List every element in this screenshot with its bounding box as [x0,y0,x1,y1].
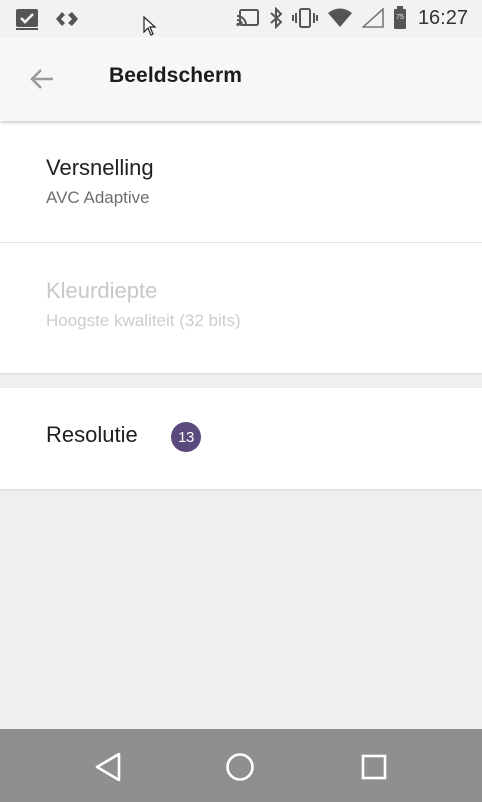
settings-card-display: Versnelling AVC Adaptive Kleurdiepte Hoo… [0,121,482,373]
nav-home-button[interactable] [222,749,258,785]
status-bar-right: 75 16:27 [236,5,468,31]
vibrate-icon [291,5,318,31]
diamond-arrows-icon [54,6,80,32]
status-bar: 75 16:27 [0,0,482,37]
pref-versnelling[interactable]: Versnelling AVC Adaptive [0,121,482,242]
checkbox-notification-icon [14,6,40,32]
signal-icon [361,5,384,31]
nav-recents-icon [359,752,389,782]
battery-level: 75 [396,14,404,21]
wifi-icon [327,5,353,31]
pref-resolutie-title: Resolutie [46,422,138,447]
back-button[interactable] [24,61,60,97]
nav-back-button[interactable] [90,749,126,785]
nav-home-icon [224,751,256,783]
pref-versnelling-title: Versnelling [46,155,154,180]
screen: 75 16:27 Beeldscherm Versnelling AVC Ada… [0,0,482,802]
pref-kleurdiepte: Kleurdiepte Hoogste kwaliteit (32 bits) [0,243,482,373]
navigation-bar [0,729,482,802]
pref-kleurdiepte-title: Kleurdiepte [46,278,158,303]
cast-icon [236,5,260,31]
app-bar: Beeldscherm [0,37,482,121]
pref-kleurdiepte-summary: Hoogste kwaliteit (32 bits) [46,311,241,330]
status-bar-left [14,6,80,32]
page-title: Beeldscherm [109,64,242,87]
arrow-left-icon [29,68,55,90]
pref-resolutie[interactable]: Resolutie [0,388,482,489]
bluetooth-icon [269,5,283,31]
pref-versnelling-summary: AVC Adaptive [46,188,150,207]
nav-back-icon [93,751,123,783]
status-time: 16:27 [417,7,468,29]
nav-recents-button[interactable] [356,749,392,785]
battery-icon: 75 [393,5,407,31]
count-badge: 13 [171,422,201,452]
settings-card-resolution: Resolutie [0,388,482,489]
